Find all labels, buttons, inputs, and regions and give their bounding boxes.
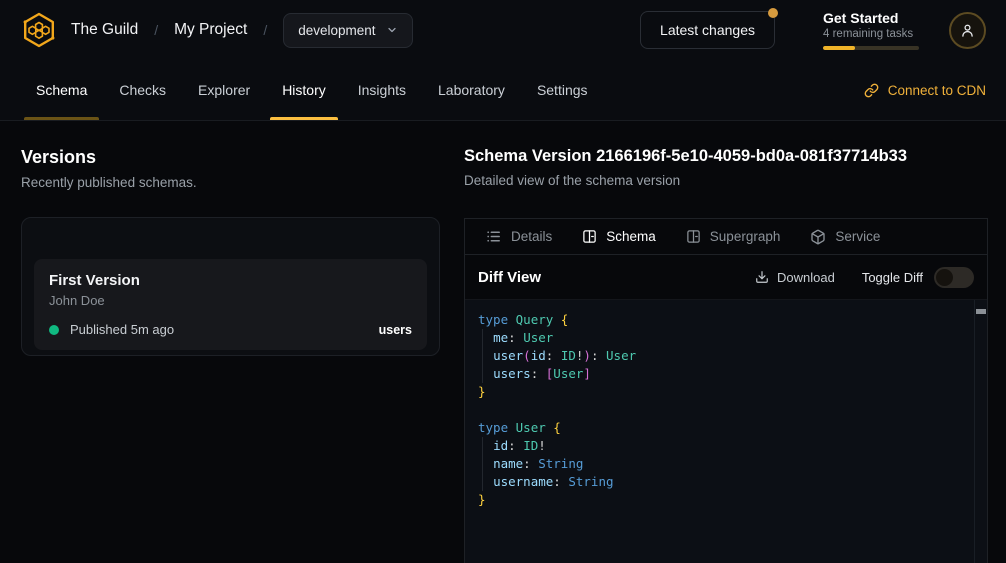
code-line: id: ID!: [478, 437, 967, 455]
nav-tab-label: Schema: [36, 82, 87, 98]
versions-title: Versions: [21, 147, 440, 168]
schema-code-viewer[interactable]: type Query { me: User user(id: ID!): Use…: [465, 300, 987, 563]
version-author: John Doe: [49, 293, 412, 308]
connect-to-cdn-link[interactable]: Connect to CDN: [864, 60, 986, 120]
detail-tab-schema[interactable]: Schema: [582, 229, 656, 244]
code-line: }: [478, 491, 967, 509]
toggle-diff-switch[interactable]: [934, 267, 974, 288]
indent-guide: [482, 437, 483, 491]
user-icon: [959, 22, 976, 39]
columns-icon: [582, 229, 597, 244]
breadcrumb-project[interactable]: My Project: [174, 21, 247, 39]
code-scrollbar-thumb[interactable]: [976, 309, 986, 314]
download-button[interactable]: Download: [755, 270, 835, 285]
nav-tab-label: Insights: [358, 82, 406, 98]
get-started-progress-fill: [823, 46, 855, 50]
toggle-diff-label: Toggle Diff: [862, 270, 923, 285]
toggle-knob: [936, 269, 953, 286]
nav-tab-laboratory[interactable]: Laboratory: [422, 60, 521, 120]
nav-tab-label: Laboratory: [438, 82, 505, 98]
target-dropdown-value: development: [298, 23, 375, 38]
nav-tab-label: Explorer: [198, 82, 250, 98]
version-detail-card: Details Schema Supergraph Service Diff View…: [464, 218, 988, 563]
code-line: [478, 401, 967, 419]
published-status-text: Published 5m ago: [70, 322, 379, 337]
diff-view-header: Diff View Download Toggle Diff: [465, 255, 987, 300]
nav-tab-underline: [186, 117, 262, 120]
nav-tab-underline: [426, 117, 517, 120]
download-label: Download: [777, 270, 835, 285]
cube-icon: [810, 229, 826, 245]
nav-tab-underline: [346, 117, 418, 120]
nav-tab-underline: [270, 117, 338, 120]
latest-changes-button[interactable]: Latest changes: [640, 11, 775, 49]
get-started-title: Get Started: [823, 10, 919, 26]
code-line: }: [478, 383, 967, 401]
link-icon: [864, 83, 879, 98]
version-detail-subtitle: Detailed view of the schema version: [464, 173, 988, 188]
nav-tab-label: History: [282, 82, 326, 98]
version-detail-title: Schema Version 2166196f-5e10-4059-bd0a-0…: [464, 147, 988, 166]
detail-tab-label: Schema: [606, 229, 656, 244]
code-line: me: User: [478, 329, 967, 347]
breadcrumb-separator: /: [263, 22, 267, 38]
code-line: user(id: ID!): User: [478, 347, 967, 365]
version-name: First Version: [49, 272, 412, 289]
get-started-subtitle: 4 remaining tasks: [823, 28, 919, 40]
detail-tab-label: Supergraph: [710, 229, 781, 244]
connect-to-cdn-label: Connect to CDN: [888, 83, 986, 98]
code-line: name: String: [478, 455, 967, 473]
version-detail-panel: Schema Version 2166196f-5e10-4059-bd0a-0…: [464, 121, 988, 563]
code-line: type User {: [478, 419, 967, 437]
indent-guide: [482, 329, 483, 383]
nav-tab-underline: [107, 117, 178, 120]
top-bar: The Guild / My Project / development Lat…: [0, 0, 1006, 60]
detail-tab-supergraph[interactable]: Supergraph: [686, 229, 781, 244]
versions-panel: Versions Recently published schemas. Fir…: [0, 121, 464, 563]
versions-list-card: First Version John Doe Published 5m ago …: [21, 217, 440, 356]
breadcrumb-org[interactable]: The Guild: [71, 21, 138, 39]
service-badge: users: [379, 323, 412, 337]
detail-tab-details[interactable]: Details: [485, 228, 552, 245]
detail-tab-label: Service: [835, 229, 880, 244]
main-content: Versions Recently published schemas. Fir…: [0, 121, 1006, 563]
code-line: users: [User]: [478, 365, 967, 383]
published-status-dot: [49, 325, 59, 335]
nav-tab-insights[interactable]: Insights: [342, 60, 422, 120]
chevron-down-icon: [386, 24, 398, 36]
download-icon: [755, 270, 769, 284]
nav-tab-underline: [24, 117, 99, 120]
columns-icon: [686, 229, 701, 244]
get-started-progress-bar: [823, 46, 919, 50]
nav-tab-label: Checks: [119, 82, 166, 98]
detail-tab-service[interactable]: Service: [810, 229, 880, 245]
target-nav: Schema Checks Explorer History Insights Labor…: [0, 60, 1006, 121]
guild-logo-icon[interactable]: [20, 11, 58, 49]
nav-tab-settings[interactable]: Settings: [521, 60, 604, 120]
breadcrumb-separator: /: [154, 22, 158, 38]
detail-tab-label: Details: [511, 229, 552, 244]
schema-code: type Query { me: User user(id: ID!): Use…: [478, 311, 967, 509]
version-list-item[interactable]: First Version John Doe Published 5m ago …: [34, 259, 427, 350]
code-line: username: String: [478, 473, 967, 491]
nav-tab-history[interactable]: History: [266, 60, 342, 120]
nav-tab-label: Settings: [537, 82, 588, 98]
nav-tab-underline: [525, 117, 600, 120]
versions-subtitle: Recently published schemas.: [21, 175, 440, 190]
code-scrollbar[interactable]: [974, 300, 987, 563]
notification-dot: [768, 8, 778, 18]
diff-view-title: Diff View: [478, 269, 755, 286]
detail-tab-bar: Details Schema Supergraph Service: [465, 219, 987, 255]
code-line: type Query {: [478, 311, 967, 329]
nav-tab-explorer[interactable]: Explorer: [182, 60, 266, 120]
nav-tab-checks[interactable]: Checks: [103, 60, 182, 120]
nav-tab-schema[interactable]: Schema: [20, 60, 103, 120]
get-started-widget[interactable]: Get Started 4 remaining tasks: [823, 10, 919, 50]
target-dropdown[interactable]: development: [283, 13, 412, 48]
user-avatar[interactable]: [949, 12, 986, 49]
list-icon: [485, 228, 502, 245]
